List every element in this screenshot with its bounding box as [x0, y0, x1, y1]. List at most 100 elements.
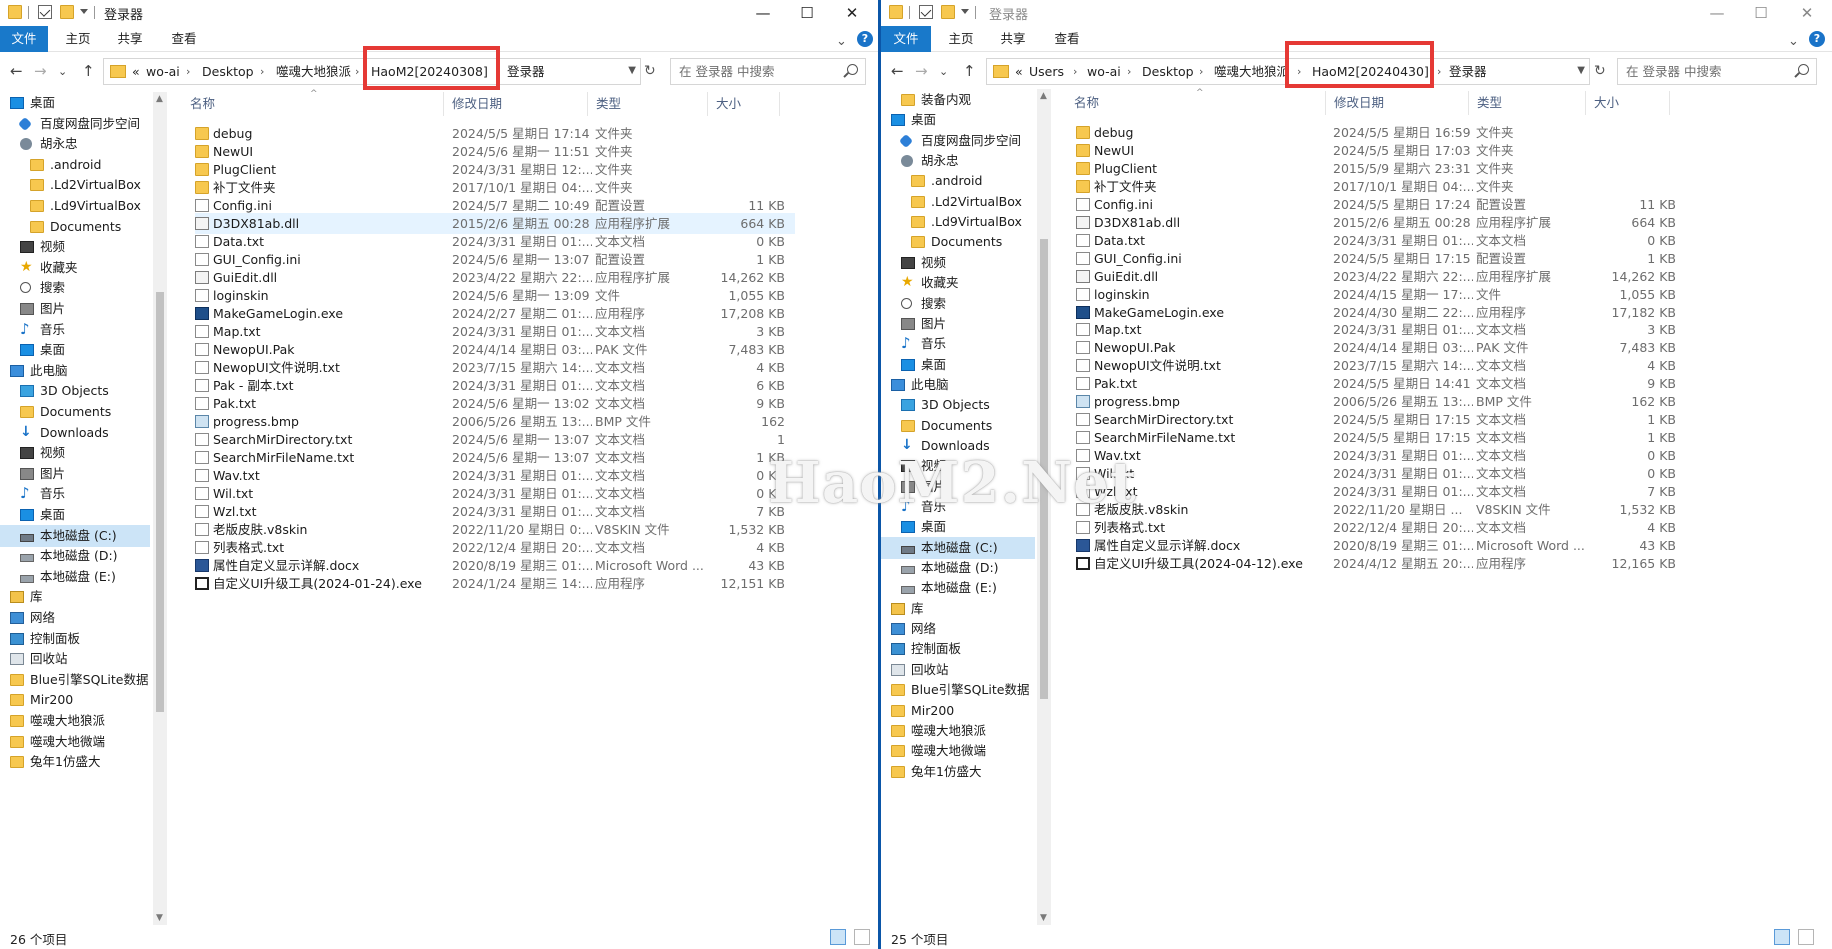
up-button[interactable]: ↑: [82, 62, 95, 80]
sidebar-item[interactable]: 本地磁盘 (C:): [0, 524, 150, 547]
tab-view[interactable]: 查看: [164, 26, 204, 52]
sidebar-item[interactable]: 噬魂大地微端: [881, 740, 1035, 762]
scroll-up-icon[interactable]: ▲: [1040, 91, 1047, 101]
search-icon[interactable]: [847, 64, 858, 75]
close-button[interactable]: ✕: [1785, 0, 1829, 26]
sidebar-item[interactable]: 搜索: [881, 293, 1035, 315]
sidebar-item[interactable]: 百度网盘同步空间: [881, 130, 1035, 152]
sidebar-item[interactable]: 本地磁盘 (E:): [0, 566, 150, 588]
sidebar-item[interactable]: 本地磁盘 (D:): [0, 545, 150, 567]
file-row[interactable]: 自定义UI升级工具(2024-01-24).exe 2024/1/24 星期三 1…: [195, 573, 795, 594]
minimize-button[interactable]: —: [1695, 0, 1739, 26]
sidebar-item[interactable]: ♪ 音乐: [881, 333, 1035, 355]
up-button[interactable]: ↑: [963, 62, 976, 80]
sidebar-item[interactable]: 桌面: [0, 339, 150, 361]
details-view-icon[interactable]: [830, 929, 846, 945]
sidebar-item[interactable]: 桌面: [881, 109, 1035, 131]
sidebar-item[interactable]: 视频: [0, 236, 150, 258]
sidebar-item[interactable]: 图片: [0, 463, 150, 485]
address-dropdown-icon[interactable]: ▼: [1577, 65, 1585, 76]
sidebar-item[interactable]: Documents: [0, 216, 150, 238]
search-input[interactable]: 在 登录器 中搜索: [1617, 58, 1817, 85]
sidebar-item[interactable]: 噬魂大地狼派: [881, 720, 1035, 742]
column-header-size[interactable]: 大小: [1586, 91, 1670, 115]
sidebar-item[interactable]: 装备内观: [881, 89, 1035, 111]
sidebar-item[interactable]: 网络: [881, 618, 1035, 640]
sidebar-item[interactable]: 库: [0, 586, 150, 608]
sidebar-item[interactable]: ↓ Downloads: [0, 422, 150, 444]
tab-view[interactable]: 查看: [1046, 26, 1088, 52]
sidebar-item[interactable]: 图片: [0, 298, 150, 320]
breadcrumb-separator-icon[interactable]: ›: [1127, 59, 1131, 84]
column-header-date[interactable]: 修改日期: [1326, 91, 1469, 115]
breadcrumb-separator-icon[interactable]: ›: [355, 59, 359, 84]
sidebar-item[interactable]: 搜索: [0, 277, 150, 299]
sidebar-item[interactable]: 桌面: [0, 92, 150, 114]
properties-check-icon[interactable]: [919, 5, 933, 19]
address-bar[interactable]: « wo-ai › Desktop › 噬魂大地狼派 › HaoM2[20240…: [103, 58, 641, 85]
file-row[interactable]: 自定义UI升级工具(2024-04-12).exe 2024/4/12 星期五 2…: [1076, 553, 1696, 574]
sidebar-item[interactable]: 控制面板: [881, 638, 1035, 660]
sidebar-item[interactable]: 本地磁盘 (E:): [881, 577, 1035, 599]
minimize-button[interactable]: —: [741, 0, 785, 26]
sidebar-item[interactable]: Mir200: [881, 700, 1035, 722]
breadcrumb-separator-icon[interactable]: ›: [1437, 59, 1441, 84]
sidebar-item[interactable]: .android: [0, 154, 150, 176]
scrollbar-thumb[interactable]: [1040, 239, 1048, 699]
sidebar-item[interactable]: 桌面: [881, 354, 1035, 376]
expand-ribbon-icon[interactable]: ⌄: [1788, 34, 1799, 49]
sidebar-item[interactable]: .Ld2VirtualBox: [881, 191, 1035, 213]
sidebar-item[interactable]: 控制面板: [0, 628, 150, 650]
breadcrumb-item[interactable]: Desktop: [202, 59, 254, 84]
sidebar-item[interactable]: 库: [881, 598, 1035, 620]
breadcrumb-item[interactable]: Desktop: [1142, 59, 1194, 84]
scroll-down-icon[interactable]: ▼: [1040, 913, 1047, 923]
quick-access-dropdown-icon[interactable]: [961, 9, 969, 14]
column-header-type[interactable]: 类型: [1469, 91, 1586, 115]
column-header-date[interactable]: 修改日期: [444, 92, 588, 116]
sidebar-item[interactable]: 胡永忠: [881, 150, 1035, 172]
help-icon[interactable]: ?: [1809, 31, 1825, 47]
sidebar-item[interactable]: Documents: [881, 415, 1035, 437]
breadcrumb-separator-icon[interactable]: ›: [186, 59, 190, 84]
sidebar-item[interactable]: .Ld2VirtualBox: [0, 174, 150, 196]
breadcrumb-item[interactable]: HaoM2[20240308]: [371, 59, 488, 84]
properties-check-icon[interactable]: [38, 5, 52, 19]
tab-file[interactable]: 文件: [881, 26, 931, 52]
breadcrumb-current[interactable]: 登录器: [1449, 59, 1487, 84]
sidebar-item[interactable]: ★ 收藏夹: [0, 257, 150, 279]
back-button[interactable]: ←: [10, 62, 23, 80]
sidebar-item[interactable]: 桌面: [881, 516, 1035, 538]
sidebar-item[interactable]: 视频: [0, 442, 150, 464]
sidebar-item[interactable]: 本地磁盘 (C:): [881, 536, 1035, 559]
sidebar-item[interactable]: 视频: [881, 252, 1035, 274]
breadcrumb-item[interactable]: HaoM2[20240430]: [1312, 59, 1429, 84]
new-folder-icon[interactable]: [941, 5, 955, 19]
breadcrumb-separator-icon[interactable]: ›: [1073, 59, 1077, 84]
sidebar-item[interactable]: Mir200: [0, 689, 150, 711]
breadcrumb-current[interactable]: 登录器: [507, 59, 545, 84]
sidebar-item[interactable]: 噬魂大地微端: [0, 731, 150, 753]
sidebar-item[interactable]: 百度网盘同步空间: [0, 113, 150, 135]
tab-home[interactable]: 主页: [940, 26, 982, 52]
sidebar-item[interactable]: 3D Objects: [0, 380, 150, 402]
sidebar-item[interactable]: 噬魂大地狼派: [0, 710, 150, 732]
sidebar-item[interactable]: 视频: [881, 455, 1035, 477]
forward-button[interactable]: →: [915, 62, 928, 80]
maximize-button[interactable]: ☐: [785, 0, 829, 26]
sidebar-item[interactable]: Blue引擎SQLite数据: [0, 669, 150, 691]
sidebar-item[interactable]: 3D Objects: [881, 394, 1035, 416]
sidebar-item[interactable]: ↓ Downloads: [881, 435, 1035, 457]
sidebar-item[interactable]: 图片: [881, 313, 1035, 335]
help-icon[interactable]: ?: [857, 31, 873, 47]
tab-file[interactable]: 文件: [0, 26, 48, 52]
breadcrumb-item[interactable]: 噬魂大地狼派: [1214, 59, 1292, 84]
breadcrumb-overflow[interactable]: «: [1015, 59, 1023, 84]
sidebar-item[interactable]: 本地磁盘 (D:): [881, 557, 1035, 579]
sidebar-item[interactable]: Documents: [0, 401, 150, 423]
large-icons-view-icon[interactable]: [854, 929, 870, 945]
sidebar-item[interactable]: .Ld9VirtualBox: [881, 211, 1035, 233]
scrollbar-thumb[interactable]: [156, 292, 164, 712]
sidebar-item[interactable]: 桌面: [0, 504, 150, 526]
expand-ribbon-icon[interactable]: ⌄: [836, 34, 847, 49]
